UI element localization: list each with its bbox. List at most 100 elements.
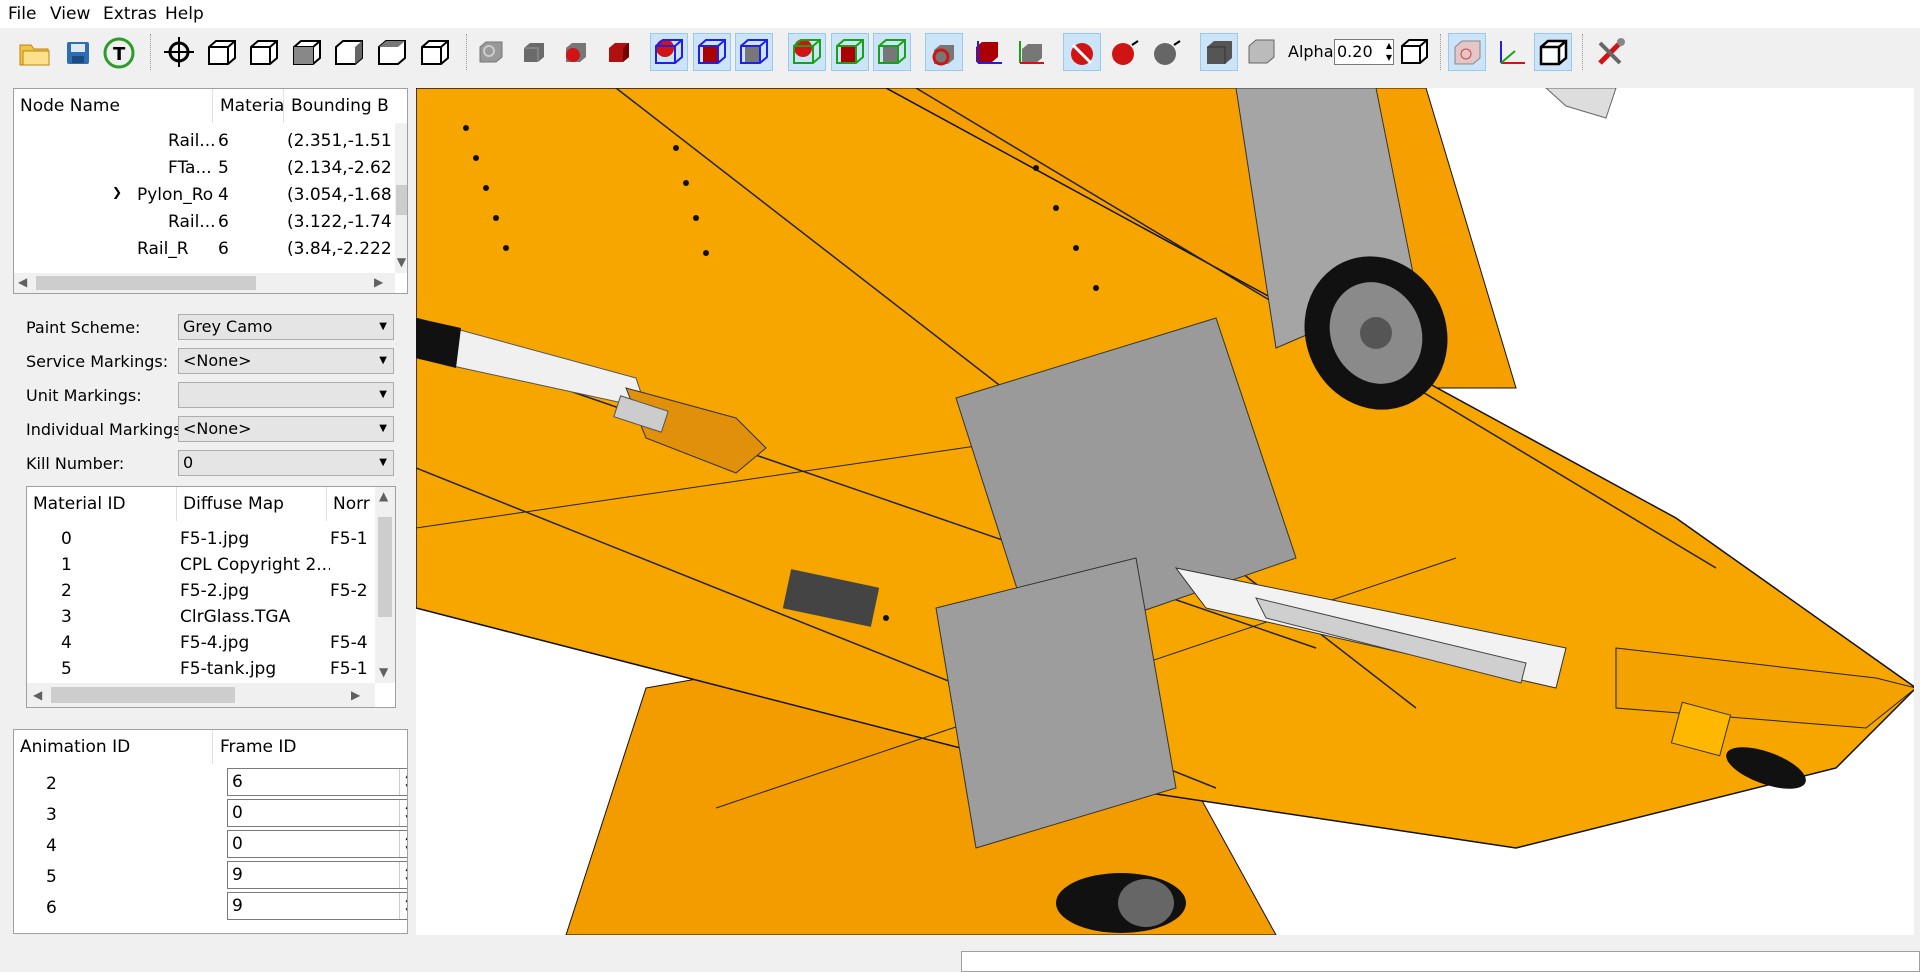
column-header-normal-map[interactable]: Norr (327, 487, 375, 521)
view-left-icon[interactable] (288, 33, 326, 71)
individual-markings-label: Individual Markings: (26, 420, 187, 439)
scroll-thumb[interactable] (396, 185, 407, 215)
material-id-cell[interactable]: 3 (61, 607, 72, 627)
unit-markings-select[interactable]: ▼ (178, 382, 394, 408)
chevron-right-icon[interactable]: ▶ (374, 275, 383, 289)
view-top-icon[interactable] (373, 33, 411, 71)
node-name-cell[interactable]: Pylon_Ro (137, 185, 219, 205)
3d-viewport[interactable] (416, 88, 1914, 935)
node-tree-vscroll[interactable]: ▼ (395, 123, 407, 273)
cube-wire-icon[interactable] (1396, 33, 1434, 71)
column-header-diffuse-map[interactable]: Diffuse Map (177, 487, 327, 521)
frame-id-spinbox[interactable]: 6 ▲▼ (227, 768, 407, 796)
chevron-right-icon[interactable]: ▶ (351, 688, 360, 702)
column-header-bounding[interactable]: Bounding B (285, 89, 395, 123)
render-textured-icon[interactable] (472, 33, 510, 71)
chevron-up-icon[interactable]: ▲ (379, 489, 388, 503)
column-header-frame-id[interactable]: Frame ID (214, 730, 404, 764)
menu-file[interactable]: File (8, 4, 36, 24)
render-wire-red-icon[interactable] (557, 33, 595, 71)
diffuse-map-cell: CPL Copyright 2... (180, 555, 330, 575)
menu-extras[interactable]: Extras (103, 4, 157, 24)
spin-arrows-icon[interactable]: ▲▼ (1386, 40, 1392, 64)
materials-hscroll[interactable]: ◀ ▶ (27, 683, 375, 707)
diffuse-map-cell: F5-2.jpg (180, 581, 250, 601)
node-material-cell: 5 (218, 158, 229, 178)
frame-id-spinbox[interactable]: 0 ▲▼ (227, 830, 407, 858)
column-header-node-name[interactable]: Node Name (14, 89, 213, 123)
bbox-blue-icon[interactable] (650, 33, 688, 71)
bbox-green-icon[interactable] (788, 33, 826, 71)
chevron-down-icon[interactable]: ❯ (112, 185, 122, 199)
bomb-grey-icon[interactable] (1148, 33, 1186, 71)
scroll-thumb[interactable] (36, 276, 256, 290)
bomb-no-icon[interactable] (1063, 33, 1101, 71)
menu-view[interactable]: View (50, 4, 90, 24)
material-id-cell[interactable]: 1 (61, 555, 72, 575)
normals-toggle-icon[interactable] (925, 33, 963, 71)
frame-id-spinbox[interactable]: 9 ▲▼ (227, 861, 407, 889)
cube-outline-icon[interactable] (1534, 33, 1572, 71)
bbox-blue-solid-icon[interactable] (693, 33, 731, 71)
chevron-left-icon[interactable]: ◀ (18, 275, 27, 289)
node-tree-hscroll[interactable]: ◀ ▶ (14, 273, 395, 293)
node-name-cell[interactable]: Rail_R (137, 239, 219, 259)
texture-reload-icon[interactable]: T (100, 33, 138, 71)
column-header-material-id[interactable]: Material ID (27, 487, 177, 521)
material-id-cell[interactable]: 5 (61, 659, 72, 679)
frame-id-spinbox[interactable]: 9 ▲▼ (227, 892, 407, 920)
animation-table: Animation ID Frame ID 2 6▲▼ 3 0▲▼ 4 0▲▼ … (13, 729, 408, 934)
chevron-down-icon[interactable]: ▼ (379, 665, 388, 679)
bomb-red-icon[interactable] (1106, 33, 1144, 71)
settings-tools-icon[interactable] (1592, 33, 1630, 71)
zoom-fit-icon[interactable] (160, 33, 198, 71)
view-back-icon[interactable] (245, 33, 283, 71)
render-shaded-red-icon[interactable] (600, 33, 638, 71)
individual-markings-select[interactable]: <None> ▼ (178, 416, 394, 442)
menu-help[interactable]: Help (165, 4, 204, 24)
view-front-icon[interactable] (203, 33, 241, 71)
node-name-cell[interactable]: Rail... (168, 212, 220, 232)
animation-id-cell: 5 (46, 867, 57, 887)
render-solid-icon[interactable] (515, 33, 553, 71)
scroll-thumb[interactable] (51, 687, 235, 703)
bbox-blue-grey-icon[interactable] (735, 33, 773, 71)
axes-red-icon[interactable] (968, 33, 1006, 71)
material-id-cell[interactable]: 2 (61, 581, 72, 601)
transparency-cube-icon[interactable] (1448, 33, 1486, 71)
spin-arrows-icon[interactable]: ▲▼ (399, 862, 407, 888)
spin-arrows-icon[interactable]: ▲▼ (399, 831, 407, 857)
animation-id-cell: 2 (46, 774, 57, 794)
chevron-down-icon[interactable]: ▼ (395, 255, 407, 269)
material-id-cell[interactable]: 0 (61, 529, 72, 549)
node-name-cell[interactable]: FTa... (168, 158, 220, 178)
paint-scheme-select[interactable]: Grey Camo ▼ (178, 314, 394, 340)
node-name-cell[interactable]: Rail... (168, 131, 220, 151)
materials-vscroll[interactable]: ▲ ▼ (375, 487, 395, 683)
save-disk-icon[interactable] (58, 33, 96, 71)
frame-id-spinbox[interactable]: 0 ▲▼ (227, 799, 407, 827)
material-id-cell[interactable]: 4 (61, 633, 72, 653)
open-folder-icon[interactable] (15, 33, 53, 71)
spin-arrows-icon[interactable]: ▲▼ (399, 769, 407, 795)
view-bottom-icon[interactable] (416, 33, 454, 71)
scroll-thumb[interactable] (378, 517, 392, 617)
view-right-icon[interactable] (330, 33, 368, 71)
landing-gear-wheel-lower (1056, 873, 1186, 933)
spin-arrows-icon[interactable]: ▲▼ (399, 893, 407, 919)
chevron-left-icon[interactable]: ◀ (33, 688, 42, 702)
column-header-material[interactable]: Materia (214, 89, 284, 123)
column-header-animation-id[interactable]: Animation ID (14, 730, 213, 764)
animation-id-cell: 4 (46, 836, 57, 856)
alpha-spinbox[interactable]: 0.20 ▲ ▼ (1334, 39, 1394, 65)
cube-solid-icon[interactable] (1200, 33, 1238, 71)
spin-arrows-icon[interactable]: ▲▼ (399, 800, 407, 826)
svg-text:T: T (113, 44, 126, 65)
bbox-green-grey-icon[interactable] (873, 33, 911, 71)
kill-number-select[interactable]: 0 ▼ (178, 450, 394, 476)
service-markings-select[interactable]: <None> ▼ (178, 348, 394, 374)
bbox-green-solid-icon[interactable] (831, 33, 869, 71)
cube-alpha-icon[interactable] (1243, 33, 1281, 71)
axes-green-icon[interactable] (1010, 33, 1048, 71)
axis-gizmo-icon[interactable] (1491, 33, 1529, 71)
